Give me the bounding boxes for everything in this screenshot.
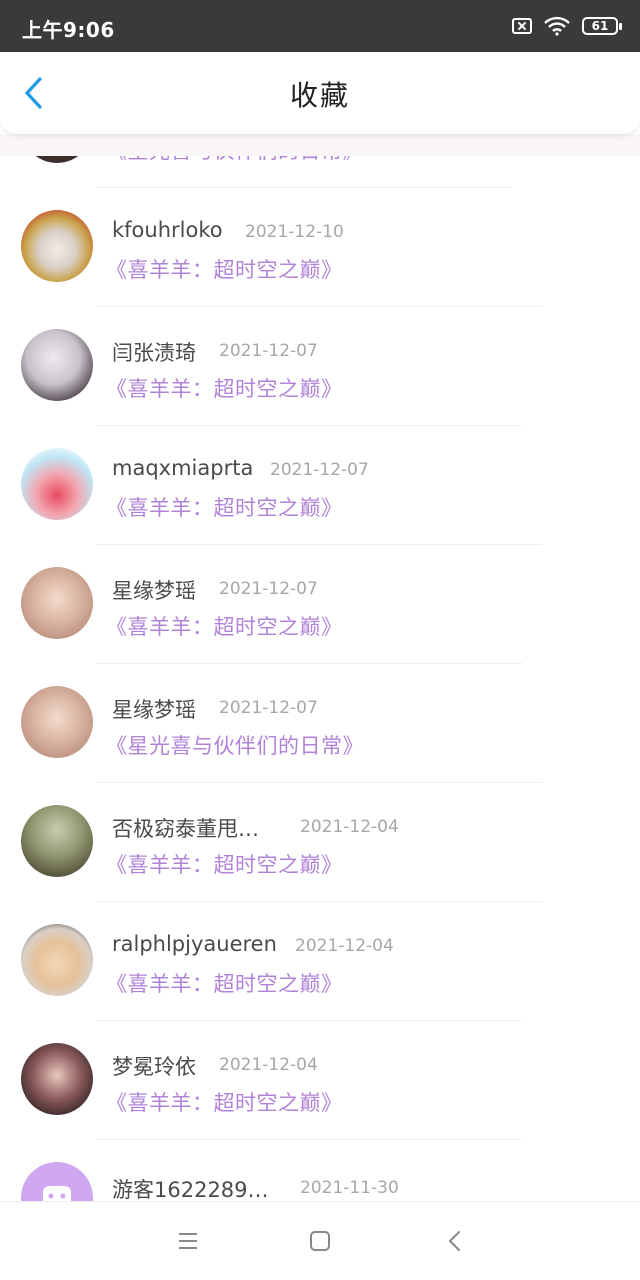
menu-button[interactable] (173, 1226, 203, 1256)
avatar (21, 1043, 93, 1115)
username: 星缘梦瑶 (112, 579, 196, 603)
username: 闫张渍琦 (112, 341, 196, 365)
battery-icon: 61 (582, 17, 622, 35)
list-item[interactable]: maqxmiaprta 2021-12-07 《喜羊羊：超时空之巅》 (0, 426, 640, 545)
home-square-icon (310, 1231, 330, 1251)
username: maqxmiaprta (112, 456, 254, 480)
list-item[interactable]: 星缘梦瑶 2021-12-07 《喜羊羊：超时空之巅》 (0, 545, 640, 664)
list-item[interactable]: 梦冕玲依 2021-12-04 《喜羊羊：超时空之巅》 (0, 1021, 640, 1140)
avatar (21, 448, 93, 520)
username: 游客1622289… (112, 1178, 269, 1201)
avatar (21, 210, 93, 282)
favorites-list[interactable]: 《星光喜与伙伴们的日常》 kfouhrloko 2021-12-10 《喜羊羊：… (0, 0, 640, 1201)
work-title[interactable]: 《喜羊羊：超时空之巅》 (106, 254, 343, 284)
back-triangle-icon (449, 1231, 460, 1251)
guest-avatar-icon (43, 1186, 71, 1201)
system-back-button[interactable] (440, 1226, 470, 1256)
username: 梦冕玲依 (112, 1055, 196, 1079)
list-item[interactable]: 否极窈泰董甩… 2021-12-04 《喜羊羊：超时空之巅》 (0, 783, 640, 902)
date: 2021-12-07 (219, 341, 318, 361)
work-title[interactable]: 《喜羊羊：超时空之巅》 (106, 492, 343, 522)
work-title[interactable]: 《喜羊羊：超时空之巅》 (106, 849, 343, 879)
date: 2021-12-04 (219, 1055, 318, 1075)
page-title: 收藏 (289, 79, 350, 112)
no-sim-icon (512, 18, 532, 34)
avatar (21, 924, 93, 996)
work-title[interactable]: 《星光喜与伙伴们的日常》 (106, 730, 364, 760)
avatar (21, 1162, 93, 1201)
header-shadow (0, 134, 640, 156)
date: 2021-12-07 (270, 460, 369, 480)
list-item[interactable]: 游客1622289… 2021-11-30 (0, 1140, 640, 1201)
username: 星缘梦瑶 (112, 698, 196, 722)
date: 2021-12-04 (295, 936, 394, 956)
work-title[interactable]: 《喜羊羊：超时空之巅》 (106, 1087, 343, 1117)
avatar (21, 805, 93, 877)
status-bar: 上午9:06 61 (0, 0, 640, 52)
home-button[interactable] (305, 1226, 335, 1256)
avatar (21, 686, 93, 758)
system-nav-bar (0, 1201, 640, 1280)
username: kfouhrloko (112, 218, 223, 242)
work-title[interactable]: 《喜羊羊：超时空之巅》 (106, 611, 343, 641)
username: 否极窈泰董甩… (112, 817, 259, 841)
list-item[interactable]: ralphlpjyaueren 2021-12-04 《喜羊羊：超时空之巅》 (0, 902, 640, 1021)
work-title[interactable]: 《喜羊羊：超时空之巅》 (106, 373, 343, 403)
date: 2021-12-07 (219, 698, 318, 718)
avatar (21, 567, 93, 639)
work-title[interactable]: 《喜羊羊：超时空之巅》 (106, 968, 343, 998)
list-item[interactable]: 星缘梦瑶 2021-12-07 《星光喜与伙伴们的日常》 (0, 664, 640, 783)
date: 2021-12-10 (245, 222, 344, 242)
date: 2021-11-30 (300, 1178, 399, 1198)
list-item[interactable]: kfouhrloko 2021-12-10 《喜羊羊：超时空之巅》 (0, 188, 640, 307)
date: 2021-12-07 (219, 579, 318, 599)
status-time: 上午9:06 (22, 18, 115, 42)
wifi-icon (544, 16, 570, 36)
username: ralphlpjyaueren (112, 932, 277, 956)
avatar (21, 329, 93, 401)
date: 2021-12-04 (300, 817, 399, 837)
menu-icon (179, 1233, 197, 1249)
page-header: 收藏 (0, 52, 640, 134)
list-item[interactable]: 闫张渍琦 2021-12-07 《喜羊羊：超时空之巅》 (0, 307, 640, 426)
